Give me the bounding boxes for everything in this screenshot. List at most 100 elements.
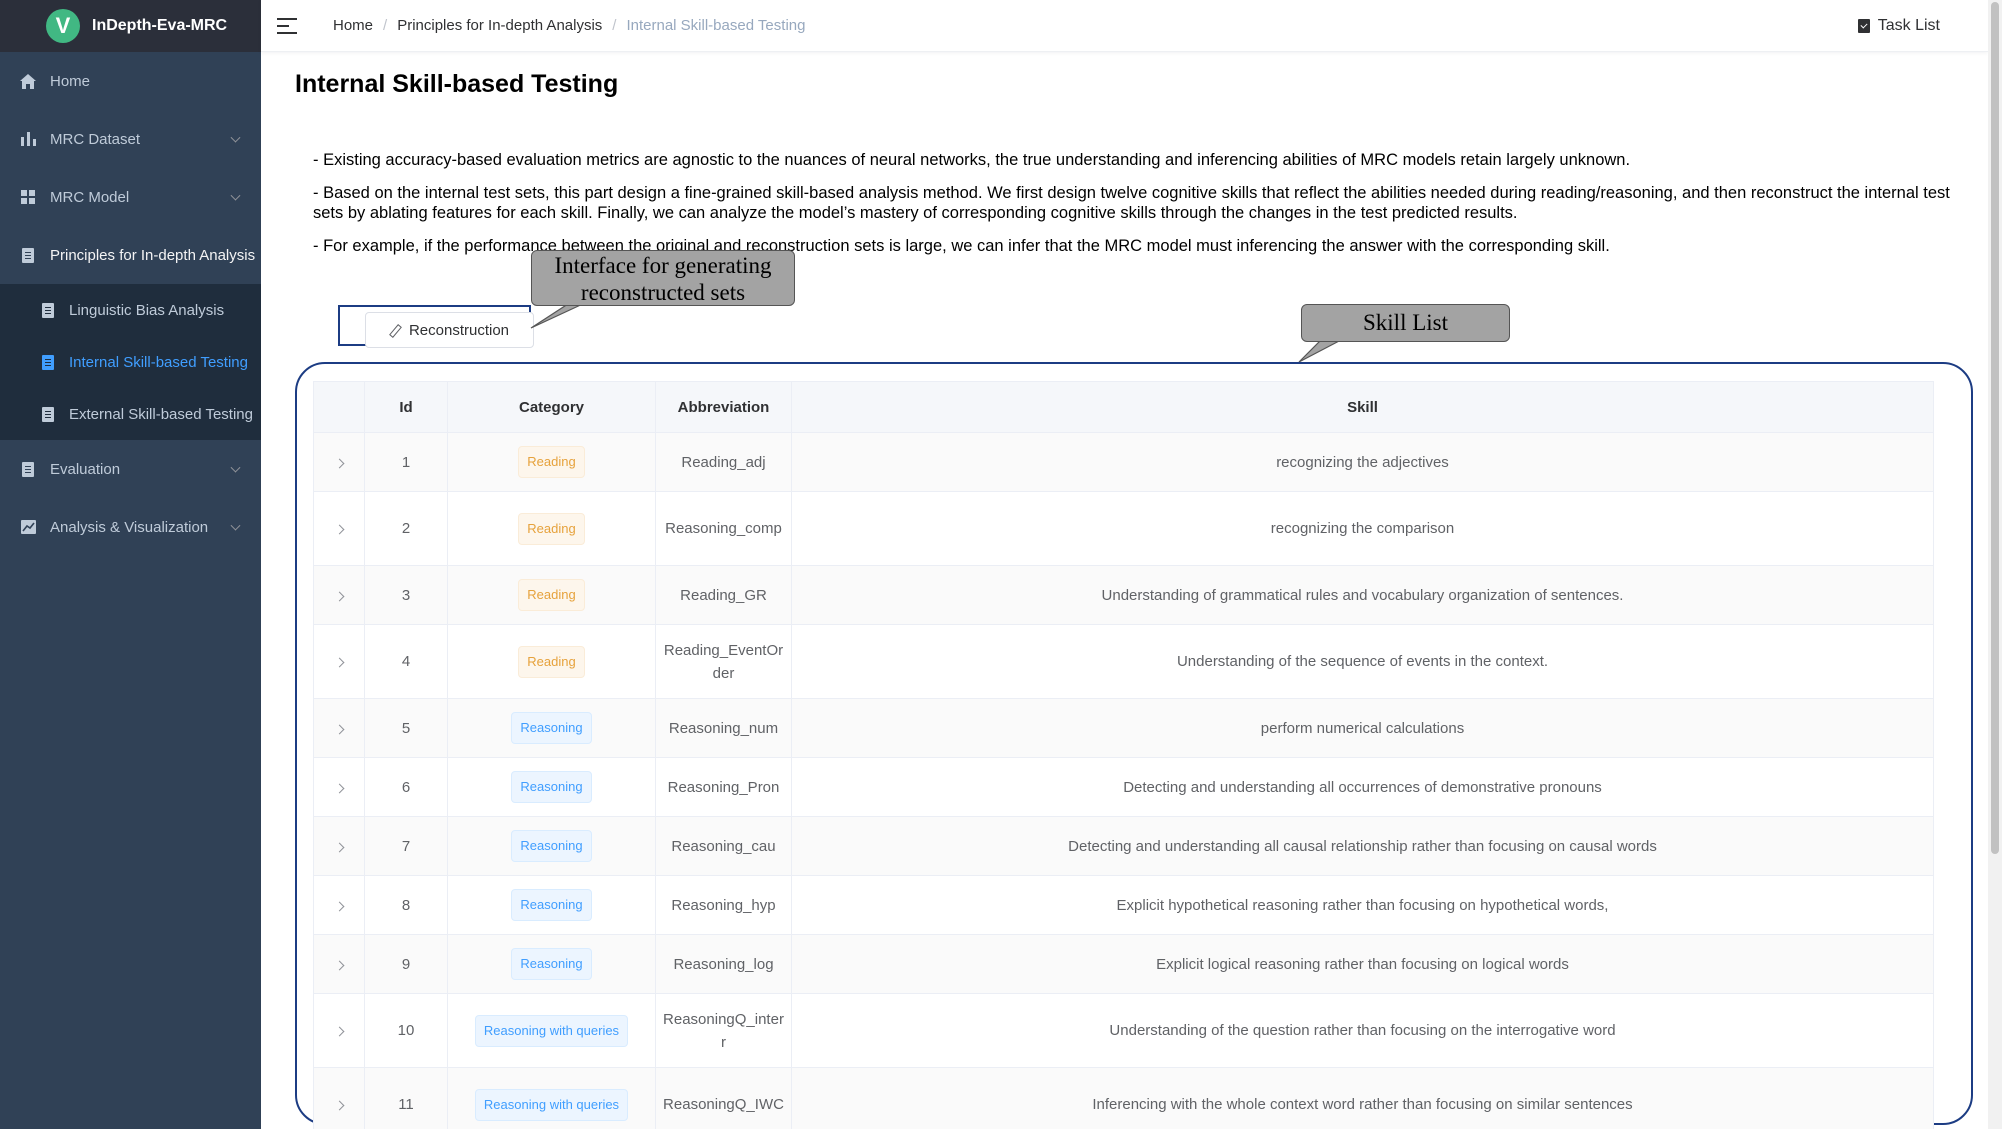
breadcrumb-principles[interactable]: Principles for In-depth Analysis [397,17,602,34]
column-header-abbreviation: Abbreviation [655,381,792,433]
abbreviation-text: Reasoning_cau [671,837,776,855]
chevron-right-icon[interactable] [334,724,344,734]
abbreviation-cell: Reasoning_cau [655,816,792,876]
breadcrumb: Home / Principles for In-depth Analysis … [333,17,805,34]
document-icon [20,247,36,263]
abbreviation-cell: Reading_adj [655,432,792,492]
category-tag: Reasoning [511,889,592,921]
abbreviation-cell: Reading_GR [655,565,792,625]
sidebar-item-label: MRC Dataset [50,130,141,148]
chevron-right-icon[interactable] [334,783,344,793]
chevron-right-icon[interactable] [334,960,344,970]
expand-cell[interactable] [313,1067,365,1129]
abbreviation-cell: Reasoning_Pron [655,757,792,817]
chevron-right-icon[interactable] [334,591,344,601]
chevron-down-icon [230,520,241,531]
category-cell: Reasoning [447,757,656,817]
table-row[interactable]: 9 Reasoning Reasoning_log Explicit logical … [313,934,1934,994]
expand-cell[interactable] [313,816,365,876]
chevron-right-icon[interactable] [334,458,344,468]
skill-cell: Understanding of the question rather tha… [791,993,1934,1068]
document-icon [41,354,55,370]
sidebar-logo[interactable]: V InDepth-Eva-MRC [0,0,261,52]
sidebar-item-label: Home [50,72,91,90]
sidebar-item-label: Internal Skill-based Testing [69,353,248,371]
table-row[interactable]: 11 Reasoning with queries ReasoningQ_IWC In… [313,1067,1934,1129]
sidebar-item-principles[interactable]: Principles for In-depth Analysis [0,226,261,284]
chevron-right-icon[interactable] [334,901,344,911]
grid-icon [20,189,36,205]
intro-paragraph: - Based on the internal test sets, this … [313,184,1950,222]
sidebar-item-analysis[interactable]: Analysis & Visualization [0,498,261,556]
abbreviation-cell: ReasoningQ_IWC [655,1067,792,1129]
sidebar-item-internal-skill[interactable]: Internal Skill-based Testing [0,336,261,388]
table-body: 1 Reading Reading_adj recognizing the adjec… [313,432,1934,1129]
chevron-right-icon[interactable] [334,842,344,852]
abbreviation-text: Reasoning_log [673,955,774,973]
sidebar: V InDepth-Eva-MRC Home MRC Dataset MRC M… [0,0,261,1129]
scrollbar-thumb[interactable] [1991,2,1999,854]
category-tag: Reasoning [511,948,592,980]
expand-cell[interactable] [313,934,365,994]
chevron-right-icon[interactable] [334,657,344,668]
expand-cell[interactable] [313,432,365,492]
table-row[interactable]: 6 Reasoning Reasoning_Pron Detecting and un… [313,757,1934,817]
category-cell: Reading [447,624,656,699]
skill-cell: Understanding of grammatical rules and v… [791,565,1934,625]
abbreviation-text: Reading_EventOrder [663,641,784,682]
table-row[interactable]: 2 Reading Reasoning_comp recognizing the co… [313,491,1934,566]
expand-cell[interactable] [313,565,365,625]
expand-cell[interactable] [313,624,365,699]
chevron-right-icon[interactable] [334,524,344,535]
expand-cell[interactable] [313,698,365,758]
task-list-label: Task List [1877,16,1940,34]
hamburger-menu-icon[interactable] [277,17,297,34]
category-cell: Reasoning [447,875,656,935]
expand-cell[interactable] [313,757,365,817]
sidebar-item-home[interactable]: Home [0,52,261,110]
abbreviation-cell: Reasoning_log [655,934,792,994]
skill-cell: Explicit logical reasoning rather than f… [791,934,1934,994]
table-row[interactable]: 4 Reading Reading_EventOrder Understanding … [313,624,1934,699]
skill-cell: Detecting and understanding all occurren… [791,757,1934,817]
home-icon [20,73,36,89]
document-icon [41,302,55,318]
chevron-right-icon[interactable] [334,1100,344,1111]
expand-cell[interactable] [313,491,365,566]
vertical-scrollbar[interactable] [1988,0,2002,1129]
sidebar-item-label: MRC Model [50,188,130,206]
vue-logo-icon: V [46,9,80,43]
app-title: InDepth-Eva-MRC [92,17,228,34]
breadcrumb-home[interactable]: Home [333,17,373,34]
chevron-down-icon [230,190,241,201]
sidebar-item-external-skill[interactable]: External Skill-based Testing [0,388,261,440]
table-row[interactable]: 8 Reasoning Reasoning_hyp Explicit hypothet… [313,875,1934,935]
table-row[interactable]: 3 Reading Reading_GR Understanding of gramm… [313,565,1934,625]
category-tag: Reading [518,446,585,478]
expand-cell[interactable] [313,875,365,935]
abbreviation-text: Reasoning_num [668,719,779,737]
expand-cell[interactable] [313,993,365,1068]
reconstruction-button[interactable]: Reconstruction [365,312,534,348]
clipboard-check-icon [1857,18,1870,33]
table-row[interactable]: 7 Reasoning Reasoning_cau Detecting and und… [313,816,1934,876]
bar-chart-icon [20,131,36,147]
abbreviation-text: Reading_GR [680,586,767,604]
abbreviation-text: ReasoningQ_IWC [663,1096,784,1113]
category-cell: Reasoning [447,816,656,876]
table-row[interactable]: 5 Reasoning Reasoning_num perform numerical… [313,698,1934,758]
category-tag: Reasoning [511,830,592,862]
sidebar-item-linguistic-bias[interactable]: Linguistic Bias Analysis [0,284,261,336]
id-cell: 3 [364,565,448,625]
chevron-right-icon[interactable] [334,1026,344,1037]
breadcrumb-separator: / [612,17,617,34]
category-tag: Reading [518,645,585,678]
sidebar-item-mrc-model[interactable]: MRC Model [0,168,261,226]
category-tag: Reading [518,512,585,545]
table-row[interactable]: 10 Reasoning with queries ReasoningQ_inter… [313,993,1934,1068]
id-cell: 11 [364,1067,448,1129]
task-list-button[interactable]: Task List [1857,16,1940,35]
table-row[interactable]: 1 Reading Reading_adj recognizing the adjec… [313,432,1934,492]
sidebar-item-evaluation[interactable]: Evaluation [0,440,261,498]
sidebar-item-mrc-dataset[interactable]: MRC Dataset [0,110,261,168]
